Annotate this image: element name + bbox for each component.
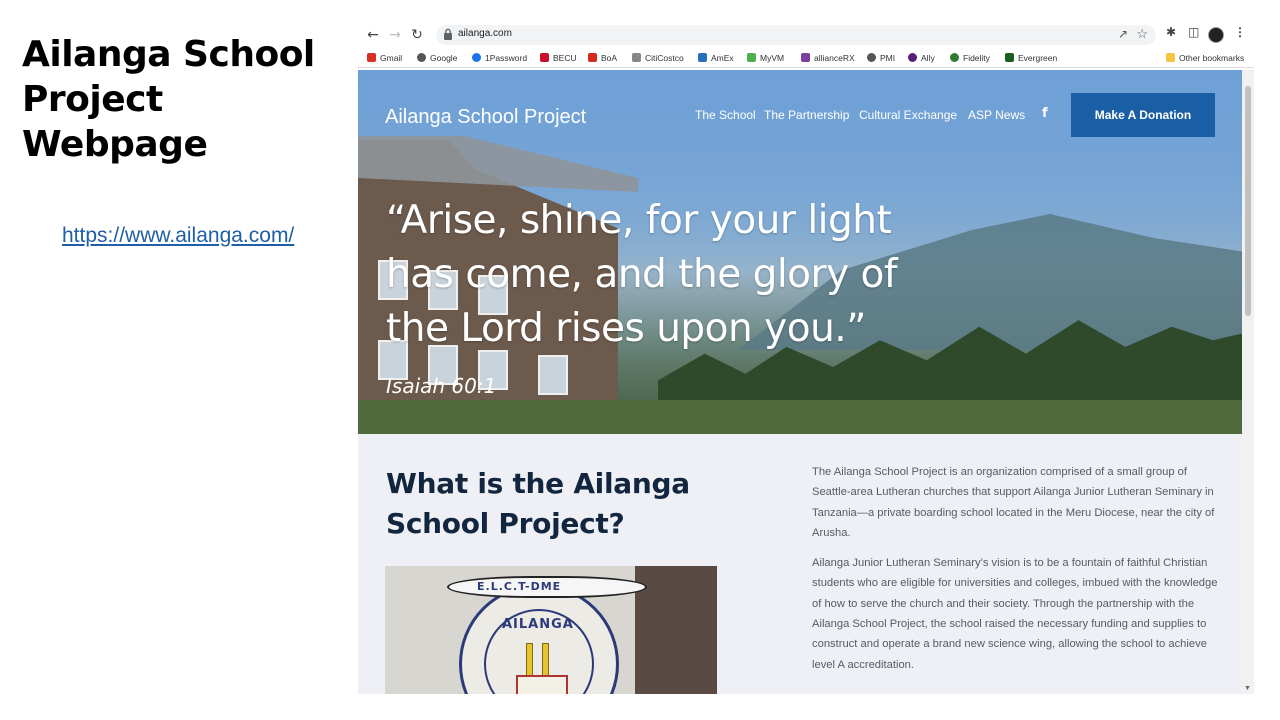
myvm-icon [747, 53, 756, 62]
profile-avatar[interactable] [1208, 27, 1224, 43]
boa-icon [588, 53, 597, 62]
page-viewport: Ailanga School Project The School The Pa… [358, 70, 1242, 694]
globe-icon [417, 53, 426, 62]
bookmark-other[interactable]: Other bookmarks [1166, 52, 1244, 64]
share-icon[interactable]: ↗ [1118, 27, 1128, 41]
seal-ribbon-text: E.L.C.T-DME [477, 580, 562, 593]
fidelity-icon [950, 53, 959, 62]
about-section: What is the Ailanga School Project? AILA… [358, 434, 1242, 694]
candle-icon [542, 643, 549, 677]
hero-banner: Ailanga School Project The School The Pa… [358, 70, 1242, 434]
hero-quote: “Arise, shine, for your light has come, … [386, 198, 898, 351]
about-heading: What is the Ailanga School Project? [386, 467, 690, 540]
bookmark-boa[interactable]: BoA [588, 52, 617, 64]
quote-reference: Isaiah 60:1 [386, 374, 497, 398]
bookmark-citicostco[interactable]: CitiCostco [632, 52, 684, 64]
nav-cultural-exchange[interactable]: Cultural Exchange [859, 108, 957, 122]
extensions-puzzle-icon[interactable]: ✱ [1166, 25, 1176, 39]
bookmark-becu[interactable]: BECU [540, 52, 577, 64]
about-paragraph: Ailanga Junior Lutheran Seminary’s visio… [812, 557, 1218, 671]
alliancerx-icon [801, 53, 810, 62]
open-book-icon [516, 675, 568, 694]
bookmark-pmi[interactable]: PMI [867, 52, 895, 64]
site-logo[interactable]: Ailanga School Project [385, 106, 586, 129]
bookmarks-bar: Gmail Google 1Password BECU BoA CitiCost… [358, 48, 1254, 68]
page-scrollbar[interactable]: ▼ [1242, 70, 1254, 694]
address-bar[interactable]: ailanga.com ↗ ☆ [436, 25, 1156, 45]
bookmark-alliancerx[interactable]: allianceRX [801, 52, 855, 64]
bookmark-ally[interactable]: Ally [908, 52, 935, 64]
bookmark-1password[interactable]: 1Password [472, 52, 527, 64]
browser-window: ← → ↻ ailanga.com ↗ ☆ ✱ ◫ ⋮ Gmail Google… [358, 22, 1254, 694]
browser-toolbar: ← → ↻ ailanga.com ↗ ☆ ✱ ◫ ⋮ [358, 22, 1254, 48]
bookmark-gmail[interactable]: Gmail [367, 52, 402, 64]
url-text: ailanga.com [458, 28, 512, 39]
reload-icon[interactable]: ↻ [408, 26, 426, 44]
nav-the-school[interactable]: The School [695, 108, 756, 122]
evergreen-icon [1005, 53, 1014, 62]
seal-name: AILANGA [502, 617, 574, 632]
bookmark-fidelity[interactable]: Fidelity [950, 52, 990, 64]
lock-icon [444, 28, 452, 40]
folder-icon [1166, 53, 1175, 62]
candle-icon [526, 643, 533, 677]
bookmark-amex[interactable]: AmEx [698, 52, 734, 64]
nav-the-partnership[interactable]: The Partnership [764, 108, 849, 122]
amex-icon [698, 53, 707, 62]
slide-title: Ailanga School Project Webpage [22, 34, 315, 165]
bookmark-myvm[interactable]: MyVM [747, 52, 784, 64]
scrollbar-thumb[interactable] [1245, 86, 1251, 316]
website-link[interactable]: https://www.ailanga.com/ [62, 224, 294, 248]
globe-icon [867, 53, 876, 62]
about-text: The Ailanga School Project is an organiz… [812, 462, 1218, 685]
bookmark-google[interactable]: Google [417, 52, 457, 64]
school-seal-image: AILANGA E.L.C.T-DME [385, 566, 717, 694]
scroll-down-arrow-icon[interactable]: ▼ [1244, 685, 1251, 692]
side-panel-icon[interactable]: ◫ [1188, 25, 1199, 39]
becu-icon [540, 53, 549, 62]
donate-button[interactable]: Make A Donation [1071, 93, 1215, 137]
forward-arrow-icon[interactable]: → [386, 26, 404, 44]
about-paragraph: The Ailanga School Project is an organiz… [812, 466, 1215, 539]
back-arrow-icon[interactable]: ← [364, 26, 382, 44]
ally-icon [908, 53, 917, 62]
bookmark-star-icon[interactable]: ☆ [1136, 26, 1148, 42]
onepassword-icon [472, 53, 481, 62]
citi-icon [632, 53, 641, 62]
bookmark-evergreen[interactable]: Evergreen [1005, 52, 1057, 64]
menu-kebab-icon[interactable]: ⋮ [1234, 25, 1246, 39]
nav-asp-news[interactable]: ASP News [968, 108, 1025, 122]
gmail-icon [367, 53, 376, 62]
facebook-icon[interactable]: f [1042, 106, 1048, 121]
